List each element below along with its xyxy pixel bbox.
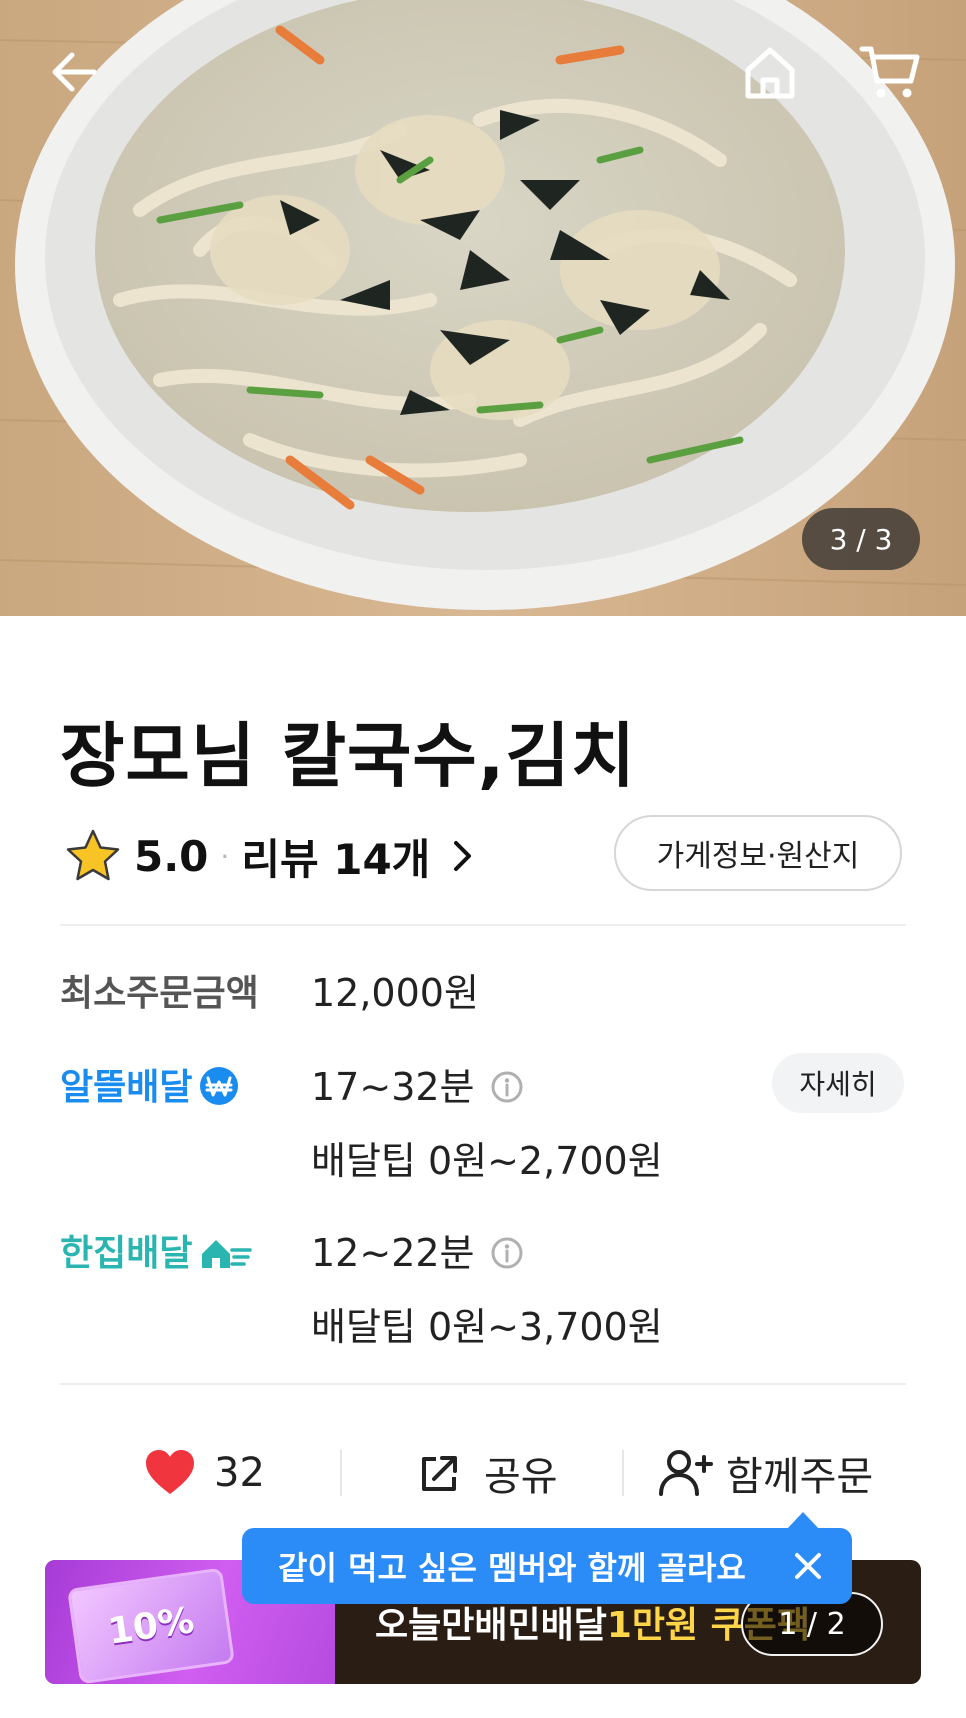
- saver-time-text: 17~32분: [311, 1065, 475, 1109]
- share-button[interactable]: 공유: [420, 1440, 558, 1506]
- close-icon[interactable]: [790, 1548, 826, 1584]
- detail-button[interactable]: 자세히: [772, 1053, 904, 1113]
- min-order-value: 12,000원: [311, 971, 479, 1015]
- group-order-tooltip: 같이 먹고 싶은 멤버와 함께 골라요: [242, 1528, 852, 1604]
- divider: [60, 924, 906, 926]
- coupon-percent: 10%: [105, 1599, 197, 1653]
- cart-button[interactable]: [854, 36, 926, 108]
- group-order-label: 함께주문: [726, 1454, 874, 1500]
- cart-icon: [859, 46, 920, 98]
- separator-dot: ·: [220, 839, 230, 873]
- action-separator: [622, 1450, 624, 1496]
- single-delivery-time: 12~22분: [311, 1222, 523, 1277]
- share-label: 공유: [484, 1454, 558, 1500]
- tooltip-arrow: [787, 1512, 819, 1529]
- single-delivery-label: 한집배달: [60, 1224, 254, 1276]
- info-icon[interactable]: [491, 1071, 523, 1103]
- coupon-ticket-image: 10%: [67, 1567, 235, 1684]
- saver-delivery-tip: 배달팁 0원~2,700원: [311, 1139, 663, 1183]
- fast-home-icon: [202, 1240, 253, 1268]
- group-order-button[interactable]: 함께주문: [658, 1440, 873, 1506]
- tooltip-text: 같이 먹고 싶은 멤버와 함께 골라요: [278, 1549, 746, 1587]
- saver-delivery-time: 17~32분: [311, 1056, 523, 1111]
- won-coin-icon: [200, 1067, 239, 1105]
- single-delivery-tip: 배달팁 0원~3,700원: [311, 1305, 663, 1349]
- chevron-right-icon: [454, 841, 472, 871]
- home-button[interactable]: [734, 36, 806, 108]
- share-icon: [422, 1456, 457, 1491]
- hero-photo-carousel[interactable]: 3 / 3: [0, 0, 966, 616]
- review-count: 리뷰 14개: [241, 834, 431, 884]
- saver-delivery-text: 알뜰배달: [60, 1067, 193, 1108]
- like-count: 32: [214, 1450, 265, 1496]
- store-title: 장모님 칼국수,김치: [60, 715, 637, 797]
- single-time-text: 12~22분: [311, 1231, 475, 1275]
- min-order-label: 최소주문금액: [60, 973, 259, 1014]
- rating-review-link[interactable]: 5.0 · 리뷰 14개: [64, 820, 474, 892]
- store-info-button[interactable]: 가게정보·원산지: [614, 815, 902, 891]
- divider: [60, 1383, 906, 1385]
- photo-counter: 3 / 3: [802, 508, 920, 570]
- action-separator: [340, 1450, 342, 1496]
- saver-delivery-label: 알뜰배달: [60, 1058, 240, 1110]
- back-button[interactable]: [38, 36, 110, 108]
- heart-icon: [146, 1450, 194, 1494]
- star-icon: [66, 829, 120, 881]
- back-arrow-icon: [52, 52, 97, 92]
- add-person-icon: [659, 1450, 713, 1496]
- like-button[interactable]: 32: [144, 1440, 265, 1506]
- single-delivery-text: 한집배달: [60, 1233, 193, 1274]
- home-icon: [745, 47, 795, 99]
- info-icon[interactable]: [491, 1237, 523, 1269]
- rating-score: 5.0: [134, 831, 209, 881]
